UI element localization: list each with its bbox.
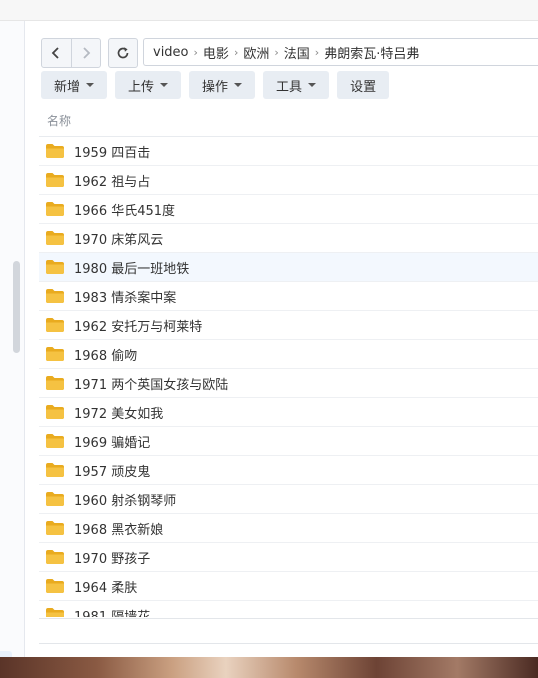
caret-down-icon — [160, 83, 169, 87]
folder-row[interactable]: 1959 四百击 — [39, 137, 538, 166]
folder-name: 1972 美女如我 — [74, 406, 164, 422]
folder-icon — [46, 492, 64, 506]
folder-name: 1968 黑衣新娘 — [74, 522, 164, 538]
folder-name: 1959 四百击 — [74, 145, 151, 161]
folder-icon — [46, 318, 64, 332]
folder-name: 1960 射杀钢琴师 — [74, 493, 177, 509]
folder-icon — [46, 173, 64, 187]
breadcrumb-separator-icon: › — [314, 45, 320, 59]
folder-row[interactable]: 1971 两个英国女孩与欧陆 — [39, 369, 538, 398]
folder-icon — [46, 550, 64, 564]
folder-row[interactable]: 1970 床笫风云 — [39, 224, 538, 253]
settings-button[interactable]: 设置 — [337, 71, 390, 99]
folder-row[interactable]: 1983 情杀案中案 — [39, 282, 538, 311]
folder-row[interactable]: 1966 华氏451度 — [39, 195, 538, 224]
breadcrumb[interactable]: video › 电影 › 欧洲 › 法国 › 弗朗索瓦·特吕弗 — [143, 38, 538, 66]
back-button[interactable] — [42, 39, 71, 67]
chevron-left-icon — [51, 47, 59, 59]
breadcrumb-item-video[interactable]: video — [153, 45, 189, 60]
folder-name: 1957 顽皮鬼 — [74, 464, 151, 480]
breadcrumb-separator-icon: › — [233, 45, 239, 59]
folder-row[interactable]: 1972 美女如我 — [39, 398, 538, 427]
folder-name: 1983 情杀案中案 — [74, 290, 177, 306]
caret-down-icon — [234, 83, 243, 87]
folder-row[interactable]: 1960 射杀钢琴师 — [39, 485, 538, 514]
forward-button[interactable] — [70, 39, 101, 67]
sidebar-scrollbar[interactable] — [13, 261, 20, 353]
file-list-rows: 1959 四百击 1962 祖与占 1966 华氏451度 1970 床笫风云 1980… — [39, 137, 538, 617]
create-button[interactable]: 新增 — [41, 71, 108, 99]
upload-button-label: 上传 — [128, 79, 155, 95]
sidebar — [0, 21, 25, 678]
file-list: 名称 1959 四百击 1962 祖与占 1966 华氏451度 1970 床笫风云 1… — [39, 107, 538, 617]
caret-down-icon — [308, 83, 317, 87]
folder-name: 1964 柔肤 — [74, 580, 138, 596]
folder-name: 1980 最后一班地铁 — [74, 261, 190, 277]
history-nav-group — [41, 38, 101, 68]
refresh-button[interactable] — [108, 38, 138, 68]
tools-button[interactable]: 工具 — [263, 71, 330, 99]
folder-name: 1971 两个英国女孩与欧陆 — [74, 377, 229, 393]
window-top-bar — [0, 0, 538, 21]
desktop-wallpaper — [0, 657, 538, 678]
folder-row[interactable]: 1968 黑衣新娘 — [39, 514, 538, 543]
caret-down-icon — [86, 83, 95, 87]
folder-row[interactable]: 1980 最后一班地铁 — [39, 253, 538, 282]
folder-icon — [46, 463, 64, 477]
column-header-name[interactable]: 名称 — [39, 107, 538, 137]
breadcrumb-item-movie[interactable]: 电影 — [203, 43, 229, 62]
folder-icon — [46, 521, 64, 535]
folder-name: 1970 床笫风云 — [74, 232, 164, 248]
file-browser-main: video › 电影 › 欧洲 › 法国 › 弗朗索瓦·特吕弗 新增 上传 操作… — [25, 21, 538, 657]
folder-icon — [46, 434, 64, 448]
folder-row[interactable]: 1957 顽皮鬼 — [39, 456, 538, 485]
folder-icon — [46, 347, 64, 361]
breadcrumb-separator-icon: › — [274, 45, 279, 59]
folder-name: 1969 骗婚记 — [74, 435, 151, 451]
folder-row[interactable]: 1962 祖与占 — [39, 166, 538, 195]
folder-icon — [46, 202, 64, 216]
folder-row[interactable]: 1968 偷吻 — [39, 340, 538, 369]
folder-icon — [46, 405, 64, 419]
folder-row[interactable]: 1970 野孩子 — [39, 543, 538, 572]
folder-name: 1981 隔墙花 — [74, 609, 151, 618]
breadcrumb-item-truffaut[interactable]: 弗朗索瓦·特吕弗 — [324, 43, 419, 62]
chevron-right-icon — [83, 47, 91, 59]
folder-icon — [46, 579, 64, 593]
settings-button-label: 设置 — [350, 79, 377, 95]
footer-divider — [39, 643, 538, 644]
breadcrumb-item-europe[interactable]: 欧洲 — [243, 43, 269, 62]
breadcrumb-item-france[interactable]: 法国 — [284, 43, 310, 62]
folder-name: 1966 华氏451度 — [74, 203, 176, 219]
breadcrumb-separator-icon: › — [193, 45, 198, 59]
folder-row[interactable]: 1964 柔肤 — [39, 572, 538, 601]
folder-icon — [46, 144, 64, 158]
folder-name: 1970 野孩子 — [74, 551, 151, 567]
action-button[interactable]: 操作 — [189, 71, 256, 99]
refresh-icon — [117, 47, 129, 59]
toolbar: 新增 上传 操作 工具 设置 — [41, 71, 390, 99]
folder-row[interactable]: 1962 安托万与柯莱特 — [39, 311, 538, 340]
folder-row[interactable]: 1969 骗婚记 — [39, 427, 538, 456]
action-button-label: 操作 — [202, 79, 229, 95]
folder-name: 1968 偷吻 — [74, 348, 138, 364]
folder-icon — [46, 289, 64, 303]
upload-button[interactable]: 上传 — [115, 71, 182, 99]
tools-button-label: 工具 — [276, 79, 303, 95]
folder-name: 1962 祖与占 — [74, 174, 151, 190]
folder-icon — [46, 376, 64, 390]
folder-icon — [46, 231, 64, 245]
folder-icon — [46, 260, 64, 274]
folder-row[interactable]: 1981 隔墙花 — [39, 601, 538, 617]
folder-name: 1962 安托万与柯莱特 — [74, 319, 203, 335]
folder-icon — [46, 608, 64, 617]
list-divider — [39, 618, 538, 619]
create-button-label: 新增 — [54, 79, 81, 95]
